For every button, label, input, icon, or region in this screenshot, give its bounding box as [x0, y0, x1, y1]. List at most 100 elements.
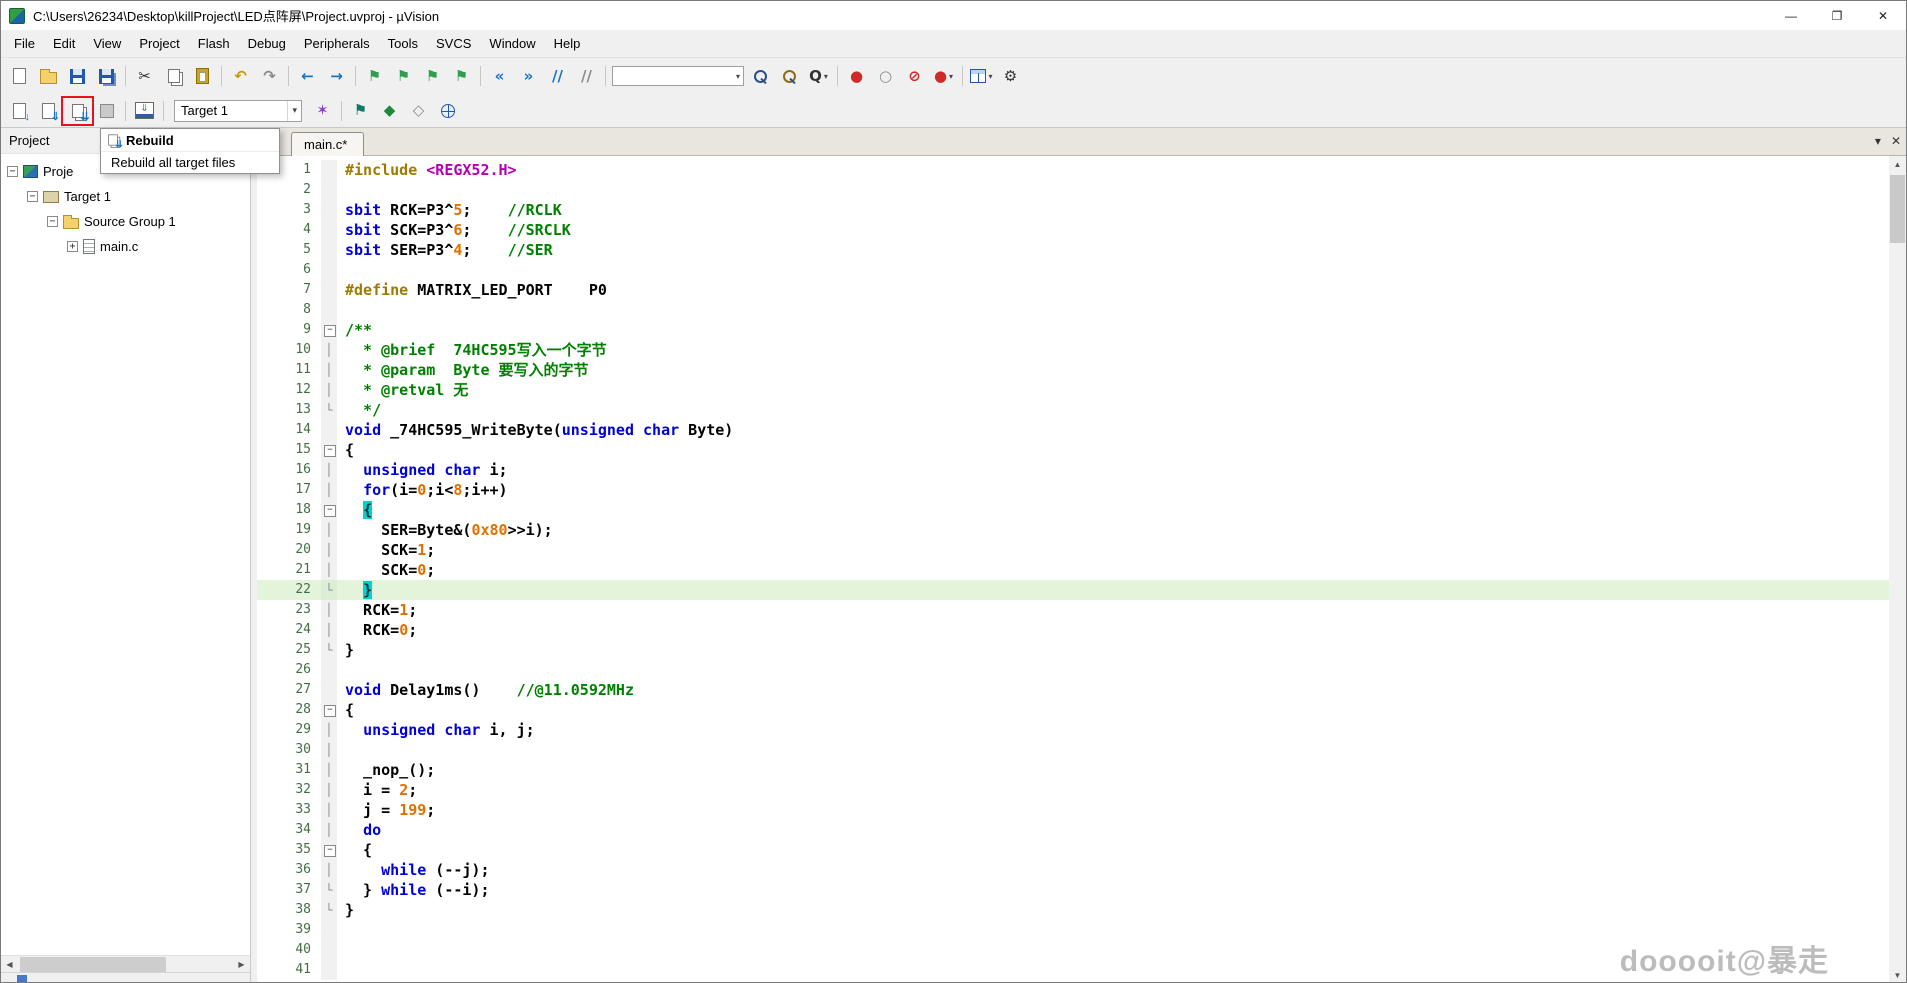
code-text[interactable]: RCK=1; — [337, 600, 1889, 620]
window-layout-button[interactable]: ▾ — [967, 63, 996, 89]
build-button[interactable] — [34, 98, 63, 124]
new-file-button[interactable] — [5, 63, 34, 89]
scroll-track[interactable] — [18, 956, 233, 973]
indent-button[interactable]: » — [514, 63, 543, 89]
code-text[interactable]: RCK=0; — [337, 620, 1889, 640]
menu-project[interactable]: Project — [130, 32, 188, 55]
code-text[interactable]: } — [337, 580, 1889, 600]
rebuild-all-menu-item[interactable]: Rebuild all target files — [101, 151, 279, 173]
menu-peripherals[interactable]: Peripherals — [295, 32, 379, 55]
code-text[interactable]: } while (--i); — [337, 880, 1889, 900]
tree-item-target-1[interactable]: −Target 1 — [1, 184, 250, 209]
code-text[interactable]: */ — [337, 400, 1889, 420]
open-file-button[interactable] — [34, 63, 63, 89]
maximize-button[interactable]: ❐ — [1814, 1, 1860, 30]
redo-button[interactable]: ↷ — [255, 63, 284, 89]
translate-button[interactable] — [5, 98, 34, 124]
code-text[interactable]: * @brief 74HC595写入一个字节 — [337, 340, 1889, 360]
kill-all-breakpoints-button[interactable]: ⊘ — [900, 63, 929, 89]
code-text[interactable]: } — [337, 640, 1889, 660]
collapse-icon[interactable]: − — [27, 191, 38, 202]
rebuild-menu-item[interactable]: Rebuild — [101, 129, 279, 151]
unindent-button[interactable]: « — [485, 63, 514, 89]
menu-edit[interactable]: Edit — [44, 32, 84, 55]
project-horizontal-scrollbar[interactable]: ◀ ▶ — [1, 955, 250, 972]
options-for-target-button[interactable]: ✶ — [308, 98, 337, 124]
code-text[interactable]: unsigned char i, j; — [337, 720, 1889, 740]
fold-collapse-icon[interactable] — [321, 320, 337, 340]
menu-file[interactable]: File — [5, 32, 44, 55]
menu-svcs[interactable]: SVCS — [427, 32, 480, 55]
collapse-icon[interactable]: − — [7, 166, 18, 177]
manage-run-time-environment-button[interactable]: ◆ — [375, 98, 404, 124]
manage-project-items-button[interactable]: ◇ — [404, 98, 433, 124]
batch-build-button[interactable] — [92, 98, 121, 124]
code-text[interactable]: * @param Byte 要写入的字节 — [337, 360, 1889, 380]
comment-selection-button[interactable]: // — [543, 63, 572, 89]
navigate-back-button[interactable]: ← — [293, 63, 322, 89]
menu-view[interactable]: View — [84, 32, 130, 55]
code-text[interactable]: void Delay1ms() //@11.0592MHz — [337, 680, 1889, 700]
menu-help[interactable]: Help — [545, 32, 590, 55]
clear-bookmarks-button[interactable]: ⚑ — [447, 63, 476, 89]
code-text[interactable]: * @retval 无 — [337, 380, 1889, 400]
search-combo-button[interactable]: ▾ — [610, 63, 746, 89]
code-text[interactable]: { — [337, 440, 1889, 460]
select-software-packs-button[interactable] — [433, 98, 462, 124]
code-text[interactable]: sbit SCK=P3^6; //SRCLK — [337, 220, 1889, 240]
fold-collapse-icon[interactable] — [321, 700, 337, 720]
scroll-up-arrow-icon[interactable]: ▲ — [1889, 156, 1906, 173]
fold-collapse-icon[interactable] — [321, 500, 337, 520]
save-all-button[interactable] — [92, 63, 121, 89]
minimize-button[interactable]: — — [1768, 1, 1814, 30]
code-text[interactable]: SCK=0; — [337, 560, 1889, 580]
editor-vertical-scrollbar[interactable]: ▲ ▼ — [1889, 156, 1906, 983]
undo-button[interactable]: ↶ — [226, 63, 255, 89]
breakpoint-options-button[interactable]: ●▾ — [929, 63, 958, 89]
chevron-down-icon[interactable]: ▾ — [287, 101, 301, 121]
tree-item-source-group-1[interactable]: −Source Group 1 — [1, 209, 250, 234]
navigate-forward-button[interactable]: → — [322, 63, 351, 89]
incremental-find-button[interactable]: Q▾ — [804, 63, 833, 89]
code-text[interactable]: SER=Byte&(0x80>>i); — [337, 520, 1889, 540]
uncomment-selection-button[interactable]: // — [572, 63, 601, 89]
code-text[interactable] — [337, 300, 1889, 320]
file-extensions-button[interactable]: ⚑ — [346, 98, 375, 124]
menu-flash[interactable]: Flash — [189, 32, 239, 55]
code-text[interactable]: } — [337, 900, 1889, 920]
close-button[interactable]: ✕ — [1860, 1, 1906, 30]
code-text[interactable]: for(i=0;i<8;i++) — [337, 480, 1889, 500]
scroll-left-arrow-icon[interactable]: ◀ — [1, 956, 18, 973]
menu-tools[interactable]: Tools — [379, 32, 427, 55]
enable-disable-breakpoint-button[interactable]: ○ — [871, 63, 900, 89]
code-text[interactable]: while (--j); — [337, 860, 1889, 880]
code-text[interactable]: _nop_(); — [337, 760, 1889, 780]
menu-window[interactable]: Window — [480, 32, 544, 55]
tab-main-c[interactable]: main.c* — [291, 132, 364, 156]
code-text[interactable] — [337, 180, 1889, 200]
tree-item-main-c[interactable]: +main.c — [1, 234, 250, 259]
code-text[interactable] — [337, 660, 1889, 680]
chevron-down-icon[interactable]: ▾ — [988, 72, 992, 81]
scroll-thumb[interactable] — [1890, 175, 1905, 243]
code-text[interactable] — [337, 740, 1889, 760]
fold-collapse-icon[interactable] — [321, 840, 337, 860]
chevron-down-icon[interactable]: ▾ — [824, 72, 828, 81]
code-text[interactable]: void _74HC595_WriteByte(unsigned char By… — [337, 420, 1889, 440]
target-select[interactable]: Target 1 ▾ — [174, 100, 302, 122]
code-text[interactable]: sbit RCK=P3^5; //RCLK — [337, 200, 1889, 220]
code-text[interactable]: i = 2; — [337, 780, 1889, 800]
menu-debug[interactable]: Debug — [239, 32, 295, 55]
configure-button[interactable]: ⚙ — [996, 63, 1025, 89]
code-editor[interactable]: 1 #include <REGX52.H>2 3 sbit RCK=P3^5; … — [257, 156, 1889, 983]
code-text[interactable]: sbit SER=P3^4; //SER — [337, 240, 1889, 260]
scroll-down-arrow-icon[interactable]: ▼ — [1889, 967, 1906, 983]
find-button[interactable] — [775, 63, 804, 89]
code-text[interactable]: #define MATRIX_LED_PORT P0 — [337, 280, 1889, 300]
code-text[interactable]: unsigned char i; — [337, 460, 1889, 480]
code-text[interactable] — [337, 260, 1889, 280]
scroll-thumb[interactable] — [20, 957, 166, 972]
cut-button[interactable]: ✂ — [130, 63, 159, 89]
paste-button[interactable] — [188, 63, 217, 89]
code-text[interactable]: { — [337, 700, 1889, 720]
